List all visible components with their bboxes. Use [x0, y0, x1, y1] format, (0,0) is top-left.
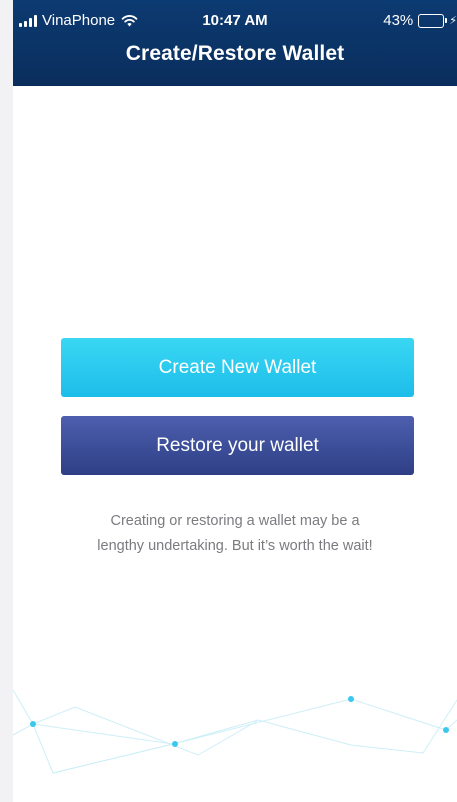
restore-wallet-button[interactable]: Restore your wallet — [61, 416, 414, 475]
note-line-1: Creating or restoring a wallet may be a — [110, 513, 360, 529]
battery-percent: 43% — [383, 12, 414, 29]
app-header: VinaPhone 10:47 AM 43% ⚡ Create/Restore … — [13, 0, 457, 86]
page-title: Create/Restore Wallet — [125, 42, 345, 65]
charging-bolt-icon: ⚡ — [449, 15, 457, 27]
network-lines-decoration — [13, 689, 457, 774]
info-note: Creating or restoring a wallet may be a … — [13, 509, 457, 559]
create-new-wallet-button[interactable]: Create New Wallet — [61, 338, 414, 397]
status-bar: VinaPhone 10:47 AM 43% ⚡ — [13, 0, 457, 40]
wallet-screen: VinaPhone 10:47 AM 43% ⚡ Create/Restore … — [13, 0, 457, 802]
status-right: 43% ⚡ — [383, 12, 457, 29]
note-line-2: lengthy undertaking. But it’s worth the … — [97, 538, 373, 554]
battery-icon — [418, 13, 448, 28]
